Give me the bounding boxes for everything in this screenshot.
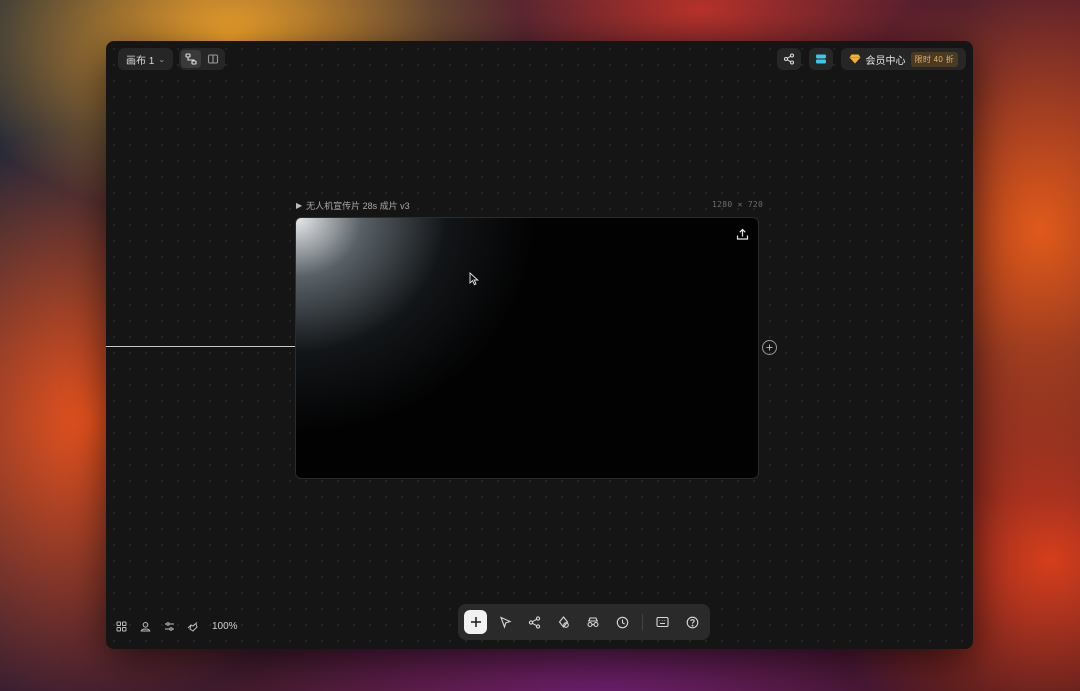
mouse-cursor-icon	[469, 271, 479, 291]
shapes-tool-button[interactable]	[552, 610, 575, 634]
sliders-icon	[164, 621, 174, 631]
gem-icon	[849, 54, 861, 64]
topbar-left: l 画布 1 ⌄	[106, 48, 226, 70]
help-button[interactable]	[681, 610, 704, 634]
bottom-toolbar	[458, 604, 710, 640]
chevron-down-icon: ⌄	[158, 54, 166, 64]
workflow-tool-button[interactable]	[523, 610, 546, 634]
hand-button[interactable]	[186, 619, 200, 633]
node-flow-button[interactable]	[181, 50, 202, 68]
promo-badge: 限时 40 折	[910, 51, 958, 67]
upload-icon	[736, 228, 749, 240]
pointer-tool-button[interactable]	[493, 610, 516, 634]
view-mode-toggle	[179, 48, 226, 70]
share-icon	[783, 53, 794, 65]
split-panel-icon	[207, 54, 219, 64]
layers-icon	[815, 54, 826, 64]
keyboard-icon	[656, 616, 669, 628]
member-center-label: 会员中心	[865, 55, 906, 67]
pointer-icon	[499, 615, 512, 629]
share-button[interactable]	[776, 48, 801, 70]
canvas-name-label: 画布 1	[126, 55, 155, 67]
glasses-icon	[587, 617, 599, 628]
history-button[interactable]	[611, 610, 634, 634]
member-center-button[interactable]: 会员中心 限时 40 折	[840, 48, 966, 70]
user-icon	[140, 621, 150, 631]
toolbar-divider	[642, 614, 644, 630]
grid-button[interactable]	[114, 619, 128, 633]
grid-icon	[116, 621, 126, 631]
node-title[interactable]: ▶ 无人机宣传片 28s 成片 v3	[296, 199, 410, 212]
help-icon	[686, 616, 699, 628]
bottom-left-controls: 100%	[114, 619, 238, 633]
glasses-tool-button[interactable]	[582, 610, 605, 634]
plus-icon	[766, 344, 773, 351]
shapes-icon	[559, 615, 570, 628]
add-icon	[470, 617, 481, 627]
truncated-title: l	[106, 53, 112, 65]
upload-button[interactable]	[736, 228, 749, 246]
user-button[interactable]	[138, 619, 152, 633]
zoom-level[interactable]: 100%	[212, 621, 238, 632]
keyboard-shortcuts-button[interactable]	[651, 610, 674, 634]
add-node-button[interactable]	[464, 610, 488, 634]
canvas-selector[interactable]: 画布 1 ⌄	[118, 48, 174, 70]
node-resolution: 1280 × 720	[712, 200, 764, 209]
video-node[interactable]	[295, 217, 759, 479]
play-icon: ▶	[296, 201, 303, 210]
history-icon	[616, 616, 629, 628]
layers-button[interactable]	[808, 48, 833, 70]
workflow-icon	[528, 615, 541, 629]
hand-icon	[187, 621, 198, 632]
app-window: l 画布 1 ⌄	[106, 41, 973, 649]
split-panel-button[interactable]	[203, 50, 223, 68]
node-flow-icon	[185, 53, 197, 65]
add-output-port[interactable]	[762, 340, 777, 355]
topbar-right: 会员中心 限时 40 折	[776, 48, 966, 70]
node-title-label: 无人机宣传片 28s 成片 v3	[306, 201, 410, 211]
connection-line	[106, 346, 295, 347]
sliders-button[interactable]	[162, 619, 176, 633]
